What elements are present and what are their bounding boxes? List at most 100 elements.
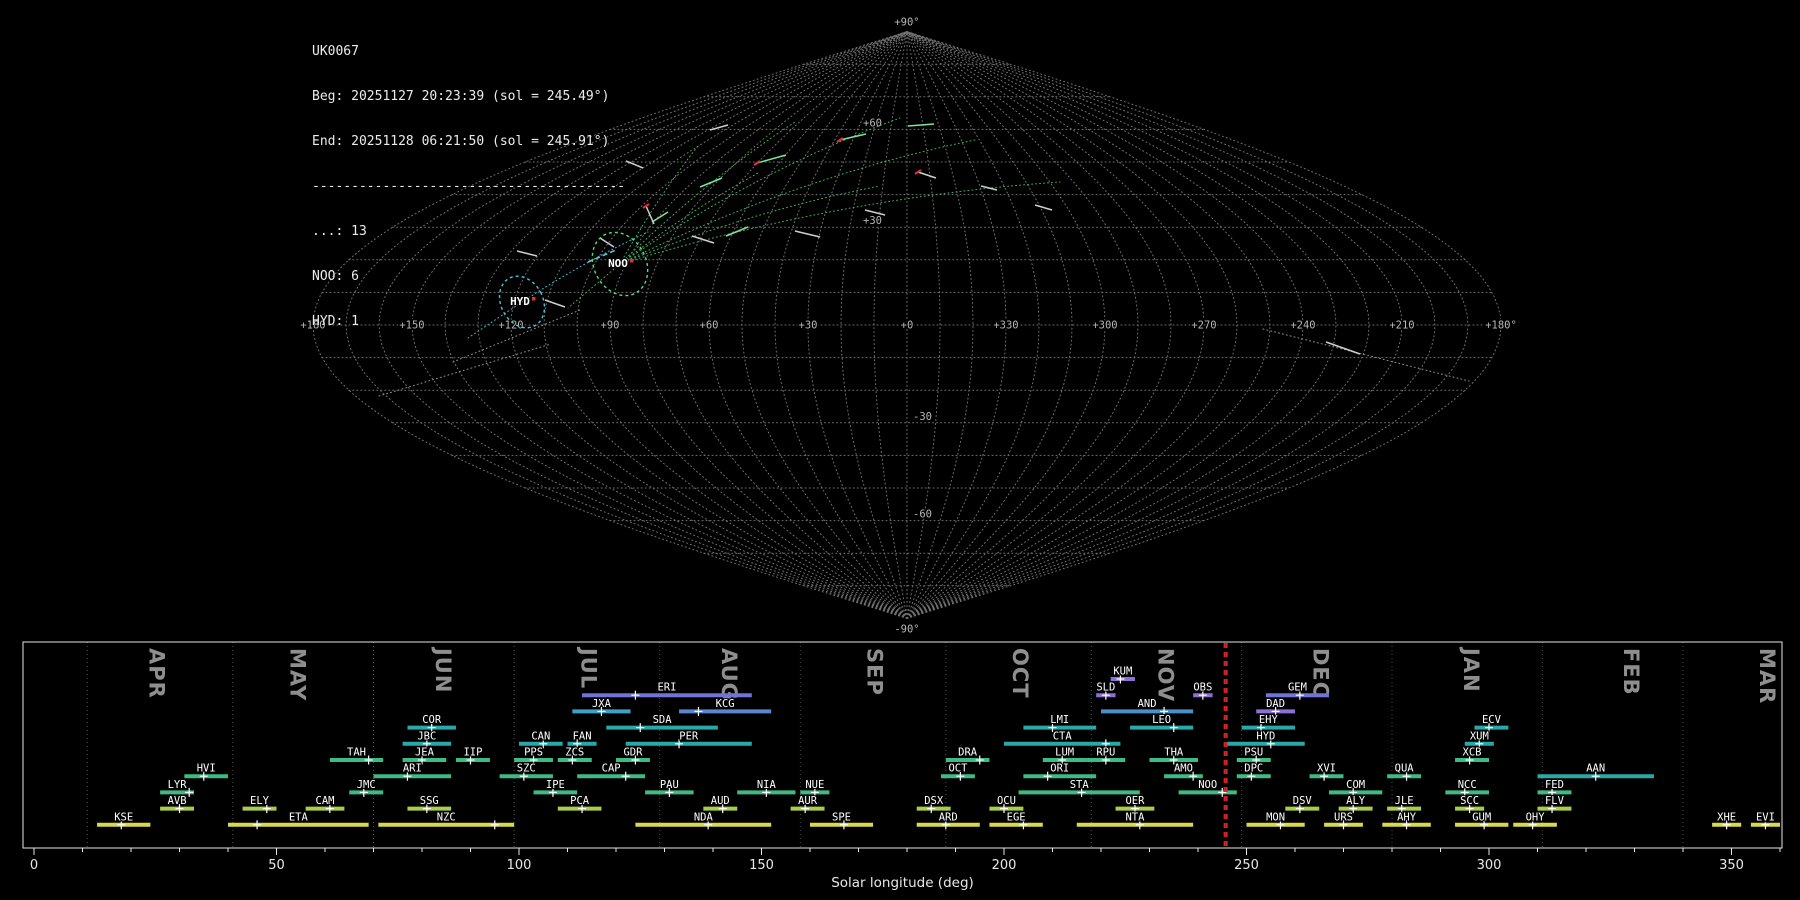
- shower-label-nue: NUE: [805, 779, 824, 791]
- shower-label-spe: SPE: [832, 811, 851, 823]
- shower-label-leo: LEO: [1152, 714, 1171, 726]
- x-tick-label: 50: [268, 858, 285, 873]
- info-separator: ----------------------------------------: [312, 179, 626, 194]
- shower-label-jmc: JMC: [357, 779, 376, 791]
- shower-label-and: AND: [1138, 698, 1157, 710]
- shower-label-amo: AMO: [1174, 763, 1193, 775]
- shower-label-lyr: LYR: [168, 779, 188, 791]
- shower-label-iip: IIP: [463, 747, 482, 759]
- shower-label-ehy: EHY: [1259, 714, 1279, 726]
- month-label: OCT: [1008, 648, 1032, 699]
- shower-label-ely: ELY: [250, 795, 270, 807]
- shower-label-cta: CTA: [1053, 730, 1073, 742]
- shower-label-kum: KUM: [1113, 666, 1132, 678]
- month-label: FEB: [1619, 648, 1643, 696]
- shower-label-aur: AUR: [798, 795, 818, 807]
- month-label: NOV: [1154, 648, 1178, 702]
- shower-label-sda: SDA: [653, 714, 673, 726]
- month-label: DEC: [1309, 648, 1333, 698]
- shower-label-ipe: IPE: [546, 779, 565, 791]
- lon-label: +270: [1191, 320, 1216, 332]
- shower-label-dsx: DSX: [924, 795, 944, 807]
- shower-label-xum: XUM: [1470, 730, 1489, 742]
- x-axis-title: Solar longitude (deg): [831, 875, 974, 891]
- shower-label-flv: FLV: [1545, 795, 1565, 807]
- shower-label-noo: NOO: [1198, 779, 1217, 791]
- shower-label-gdr: GDR: [623, 747, 643, 759]
- month-label: MAR: [1755, 648, 1779, 704]
- shower-label-xhe: XHE: [1717, 811, 1736, 823]
- meteor-trail: [1325, 341, 1361, 355]
- shower-label-avb: AVB: [168, 795, 187, 807]
- lon-label: +180°: [1485, 320, 1517, 332]
- shower-label-nda: NDA: [694, 811, 714, 823]
- shower-label-xvi: XVI: [1317, 763, 1336, 775]
- shower-label-psu: PSU: [1244, 747, 1263, 759]
- shower-label-dad: DAD: [1266, 698, 1285, 710]
- session-begin: Beg: 20251127 20:23:39 (sol = 245.49°): [312, 89, 610, 104]
- lat-label: +30: [863, 215, 882, 227]
- shower-label-nzc: NZC: [437, 811, 456, 823]
- shower-label-ori: ORI: [1050, 763, 1069, 775]
- x-tick-label: 350: [1719, 858, 1744, 873]
- shower-label-pca: PCA: [570, 795, 590, 807]
- shower-label-ohy: OHY: [1526, 811, 1546, 823]
- shower-label-tha: THA: [1164, 747, 1184, 759]
- shower-label-ege: EGE: [1007, 811, 1026, 823]
- lat-label: -90°: [894, 623, 919, 635]
- month-label: APR: [145, 648, 169, 699]
- shower-label-jle: JLE: [1395, 795, 1414, 807]
- shower-label-eri: ERI: [657, 682, 676, 694]
- shower-label-can: CAN: [531, 730, 550, 742]
- shower-label-oct: OCT: [948, 763, 968, 775]
- lon-label: +240: [1290, 320, 1315, 332]
- shower-label-mon: MON: [1266, 811, 1285, 823]
- shower-label-ncc: NCC: [1458, 779, 1477, 791]
- lon-label: +210: [1389, 320, 1414, 332]
- shower-label-rpu: RPU: [1096, 747, 1115, 759]
- shower-label-kse: KSE: [114, 811, 133, 823]
- shower-label-cap: CAP: [602, 763, 621, 775]
- shower-label-xcb: XCB: [1463, 747, 1482, 759]
- shower-label-ahy: AHY: [1397, 811, 1417, 823]
- shower-label-sld: SLD: [1096, 682, 1115, 694]
- shower-label-per: PER: [679, 730, 699, 742]
- shower-label-lmi: LMI: [1050, 714, 1069, 726]
- trail-path: [619, 117, 901, 265]
- lat-label: +90°: [894, 17, 919, 29]
- shower-label-aan: AAN: [1586, 763, 1605, 775]
- meteor-trail: [917, 171, 937, 179]
- shower-label-dpc: DPC: [1244, 763, 1263, 775]
- station-id: UK0067: [312, 44, 359, 59]
- shower-label-pps: PPS: [524, 747, 543, 759]
- month-label: JUN: [431, 646, 455, 693]
- count-sporadics: ...: 13: [312, 224, 367, 239]
- lon-label: +300: [1092, 320, 1117, 332]
- month-label: JUL: [576, 646, 600, 689]
- meteor-trail: [725, 226, 749, 237]
- count-noo: NOO: 6: [312, 269, 359, 284]
- shower-label-ecv: ECV: [1482, 714, 1502, 726]
- meteor-trail: [907, 123, 935, 127]
- shower-label-tah: TAH: [347, 747, 366, 759]
- shower-label-dsv: DSV: [1293, 795, 1313, 807]
- shower-label-jxa: JXA: [592, 698, 612, 710]
- shower-label-evi: EVI: [1756, 811, 1775, 823]
- shower-label-com: COM: [1346, 779, 1365, 791]
- meteor-trail: [651, 211, 669, 223]
- meteor-trail: [980, 185, 998, 191]
- shower-label-dra: DRA: [958, 747, 978, 759]
- shower-label-scc: SCC: [1460, 795, 1479, 807]
- shower-label-fed: FED: [1545, 779, 1564, 791]
- shower-label-gem: GEM: [1288, 682, 1307, 694]
- shower-label-ari: ARI: [403, 763, 422, 775]
- session-info: UK0067 Beg: 20251127 20:23:39 (sol = 245…: [312, 14, 625, 359]
- shower-label-hvi: HVI: [197, 763, 216, 775]
- lon-label: +0: [901, 320, 914, 332]
- lat-label: +60: [863, 117, 882, 129]
- shower-label-szc: SZC: [517, 763, 536, 775]
- shower-label-sta: STA: [1070, 779, 1090, 791]
- shower-label-pau: PAU: [660, 779, 679, 791]
- x-tick-label: 300: [1477, 858, 1502, 873]
- lon-label: +30: [799, 320, 818, 332]
